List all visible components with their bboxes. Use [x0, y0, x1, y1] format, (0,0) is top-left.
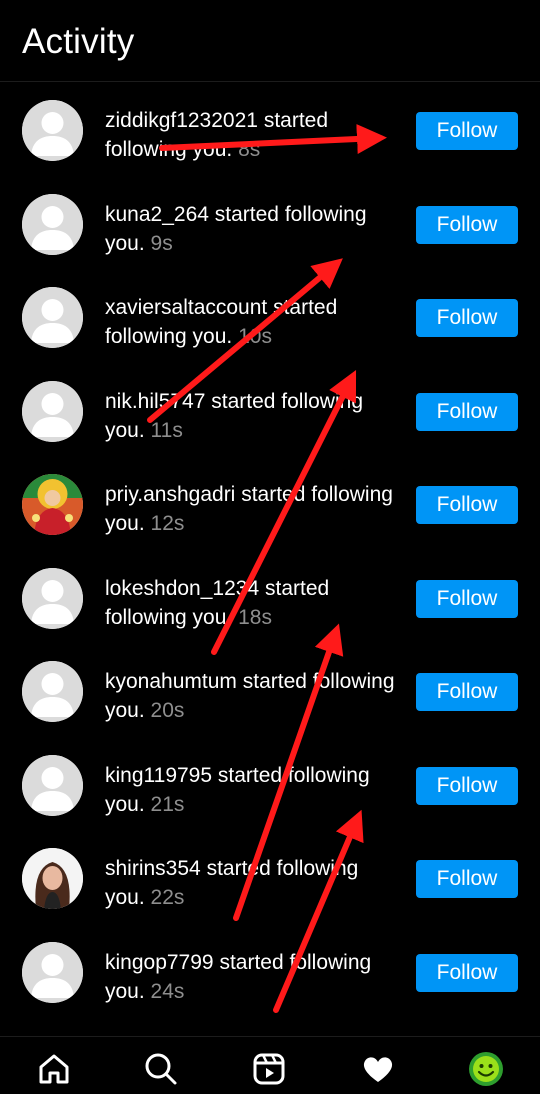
avatar[interactable] [22, 661, 83, 722]
profile-avatar[interactable] [468, 1051, 504, 1087]
timestamp: 24s [150, 979, 185, 1003]
bottom-nav [0, 1036, 540, 1094]
timestamp: 22s [150, 886, 185, 909]
timestamp: 18s [238, 605, 272, 629]
follow-button[interactable]: Follow [416, 953, 518, 992]
notification-text: priy.anshgadri started following you. 12… [105, 480, 395, 538]
follow-button[interactable]: Follow [416, 673, 518, 711]
notification-row[interactable]: shirins354 started following you. 22s Fol… [0, 831, 540, 925]
notification-text: kuna2_264 started following you. 9s [105, 200, 395, 258]
follow-button[interactable]: Follow [416, 486, 518, 524]
follow-button[interactable]: Follow [416, 392, 518, 431]
username[interactable]: kuna2_264 [105, 203, 209, 226]
notification-text: king119795 started following you. 21s [105, 761, 395, 819]
follow-button[interactable]: Follow [416, 860, 518, 898]
search-icon[interactable] [143, 1051, 179, 1087]
avatar[interactable] [22, 193, 83, 255]
avatar[interactable] [22, 567, 83, 629]
username[interactable]: xaviersaltaccount [105, 296, 267, 319]
heart-icon[interactable] [360, 1051, 396, 1087]
timestamp: 12s [150, 512, 185, 535]
timestamp: 8s [238, 138, 261, 161]
notification-row[interactable]: nik.hil5747 started following you. 11s Fo… [0, 364, 540, 458]
notification-row[interactable]: xaviersaltaccount started following you.… [0, 270, 540, 364]
notification-text: nik.hil5747 started following you. 11s [105, 387, 395, 445]
follow-button[interactable]: Follow [416, 205, 518, 244]
notification-row[interactable]: kyonahumtum started following you. 20s Fo… [0, 644, 540, 738]
follow-button[interactable]: Follow [416, 579, 518, 618]
follow-button[interactable]: Follow [416, 299, 518, 337]
follow-button[interactable]: Follow [416, 766, 518, 805]
username[interactable]: kingop7799 [105, 951, 214, 974]
notification-text: shirins354 started following you. 22s [105, 854, 395, 912]
notification-text: ziddikgf1232021 started following you. 8… [105, 106, 395, 164]
notification-row[interactable]: priy.anshgadri started following you. 12… [0, 457, 540, 551]
timestamp: 20s [150, 699, 185, 722]
username[interactable]: shirins354 [105, 857, 201, 880]
username[interactable]: lokeshdon_1234 [105, 577, 259, 600]
avatar[interactable] [22, 474, 83, 535]
notification-row[interactable]: kuna2_264 started following you. 9s Follo… [0, 177, 540, 271]
timestamp: 10s [238, 325, 272, 348]
avatar[interactable] [22, 100, 83, 161]
notification-row[interactable]: king119795 started following you. 21s Fol… [0, 738, 540, 832]
username[interactable]: king119795 [105, 764, 212, 787]
avatar[interactable] [22, 941, 83, 1003]
notification-text: xaviersaltaccount started following you.… [105, 293, 395, 351]
username[interactable]: priy.anshgadri [105, 483, 235, 506]
notification-row[interactable]: lokeshdon_1234 started following you. 18… [0, 551, 540, 645]
notification-row[interactable]: ziddikgf1232021 started following you. 8… [0, 83, 540, 177]
timestamp: 9s [150, 231, 173, 255]
follow-button[interactable]: Follow [416, 112, 518, 150]
activity-list: ziddikgf1232021 started following you. 8… [0, 83, 540, 1018]
username[interactable]: ziddikgf1232021 [105, 109, 258, 132]
avatar[interactable] [22, 380, 83, 442]
username[interactable]: kyonahumtum [105, 670, 237, 693]
username[interactable]: nik.hil5747 [105, 390, 205, 413]
avatar[interactable] [22, 287, 83, 348]
header: Activity [0, 0, 540, 82]
avatar[interactable] [22, 848, 83, 909]
notification-text: kingop7799 started following you. 24s [105, 948, 395, 1006]
page-title: Activity [22, 22, 135, 61]
timestamp: 11s [150, 418, 183, 442]
notification-text: lokeshdon_1234 started following you. 18… [105, 574, 395, 632]
notification-row[interactable]: kingop7799 started following you. 24s Fol… [0, 925, 540, 1019]
avatar[interactable] [22, 754, 83, 816]
reels-icon[interactable] [251, 1051, 287, 1087]
timestamp: 21s [150, 792, 185, 816]
home-icon[interactable] [36, 1051, 72, 1087]
notification-text: kyonahumtum started following you. 20s [105, 667, 395, 725]
